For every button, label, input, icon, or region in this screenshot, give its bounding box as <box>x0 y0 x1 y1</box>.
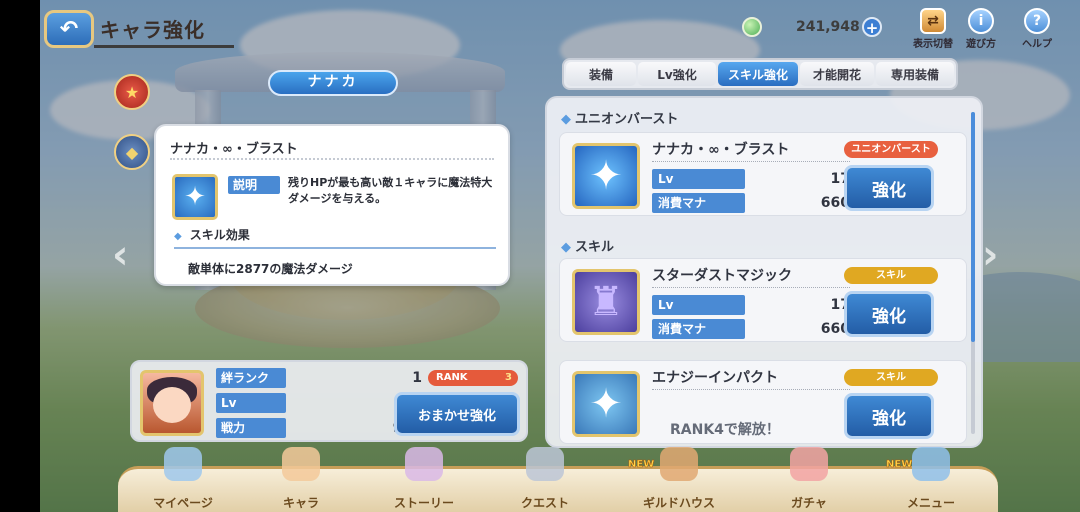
power-row: 戦力944 <box>216 418 422 439</box>
tab-skill[interactable]: スキル強化 <box>718 62 798 86</box>
skill-description: 残りHPが最も高い敵１キャラに魔法特大ダメージを与える。 <box>288 176 493 205</box>
tower-icon[interactable]: ♜ <box>572 269 640 335</box>
new-badge: NEW <box>886 459 913 471</box>
nav-menu[interactable]: NEW メニュー <box>876 447 986 512</box>
new-badge: NEW <box>628 459 655 471</box>
nav-guild-house[interactable]: NEW ギルドハウス <box>614 447 744 512</box>
favorite-button[interactable]: ★ <box>114 74 150 110</box>
skill-type-badge: スキル <box>844 369 938 386</box>
skill-card-energy-impact: ✦ エナジーインパクト RANK4で解放！ スキル 強化 <box>559 360 967 444</box>
diamond-icon: ◆ <box>174 231 182 242</box>
page-title: キャラ強化 <box>94 12 234 48</box>
skill-card-union-burst: ✦ ナナカ・∞・ブラスト Lv 17 消費マナ 660 ユニオンバースト 強化 <box>559 132 967 216</box>
skill-detail-popup[interactable]: ナナカ・∞・ブラスト ✦ 説明 残りHPが最も高い敵１キャラに魔法特大ダメージを… <box>154 124 510 286</box>
guild-house-icon <box>660 447 698 481</box>
back-arrow-icon: ↶ <box>59 16 79 42</box>
enhance-button[interactable]: 強化 <box>844 291 934 337</box>
character-name: ナナカ <box>268 70 398 96</box>
display-toggle-button[interactable]: ⇄ 表示切替 <box>908 8 958 52</box>
mana-value: 241,948 <box>796 19 860 35</box>
tab-equipment[interactable]: 装備 <box>566 62 636 86</box>
unlock-requirement: RANK4で解放！ <box>670 422 780 438</box>
tab-talent[interactable]: 才能開花 <box>800 62 874 86</box>
skill-header: ◆ スキル <box>561 240 615 255</box>
skill-type-badge: ユニオンバースト <box>844 141 938 158</box>
menu-crystal-icon <box>912 447 950 481</box>
description-tag: 説明 <box>228 176 280 194</box>
character-stats-panel: 絆ランク1 Lv17 戦力944 RANK3 おまかせ強化 <box>130 360 528 442</box>
skill-card-stardust: ♜ スターダストマジック Lv 17 消費マナ 660 スキル 強化 <box>559 258 967 342</box>
add-mana-button[interactable]: + <box>862 17 882 37</box>
nav-character[interactable]: キャラ <box>246 447 356 512</box>
display-toggle-icon: ⇄ <box>920 8 946 34</box>
mana-counter: 241,948 + <box>742 14 882 40</box>
divider <box>170 158 494 160</box>
help-icon: ? <box>1024 8 1050 34</box>
rank-badge: RANK 3 <box>428 370 518 386</box>
next-character-arrow[interactable]: › <box>982 232 998 278</box>
wand-sparkle-icon[interactable]: ✦ <box>572 143 640 209</box>
skill-cost-row: 消費マナ 660 <box>652 193 850 213</box>
skills-panel: ◆ ユニオンバースト ✦ ナナカ・∞・ブラスト Lv 17 消費マナ 660 ユニオン… <box>545 96 983 448</box>
skill-lv-row: Lv 17 <box>652 169 850 189</box>
sword-icon <box>526 447 564 481</box>
how-to-play-button[interactable]: i 遊び方 <box>956 8 1006 52</box>
nav-mypage[interactable]: マイページ <box>128 447 238 512</box>
tab-unique-equipment[interactable]: 専用装備 <box>876 62 954 86</box>
back-button[interactable]: ↶ <box>44 10 94 48</box>
skill-cost-row: 消費マナ 660 <box>652 319 850 339</box>
nav-story[interactable]: ストーリー <box>364 447 484 512</box>
character-icon <box>282 447 320 481</box>
union-burst-header: ◆ ユニオンバースト <box>561 112 679 127</box>
star-icon: ★ <box>124 82 140 102</box>
wand-sparkle-icon: ✦ <box>172 174 218 220</box>
character-portrait[interactable] <box>140 370 204 436</box>
support-button[interactable]: ◆ <box>114 134 150 170</box>
popup-title: ナナカ・∞・ブラスト <box>170 142 298 157</box>
level-row: Lv17 <box>216 393 422 414</box>
story-book-icon <box>405 447 443 481</box>
bond-rank-row: 絆ランク 1 <box>216 368 422 389</box>
skill-lv-row: Lv 17 <box>652 295 850 315</box>
wand-sparkle-icon[interactable]: ✦ <box>572 371 640 437</box>
nav-quest[interactable]: クエスト <box>490 447 600 512</box>
gacha-icon <box>790 447 828 481</box>
badge-icon: ◆ <box>125 142 139 162</box>
help-button[interactable]: ? ヘルプ <box>1012 8 1062 52</box>
skill-effect-text: 敵単体に2877の魔法ダメージ <box>188 262 353 276</box>
enhance-button[interactable]: 強化 <box>844 393 934 439</box>
mypage-icon <box>164 447 202 481</box>
scrollbar-thumb[interactable] <box>971 112 975 342</box>
nav-gacha[interactable]: ガチャ <box>754 447 864 512</box>
enhance-tabs: 装備 Lv強化 スキル強化 才能開花 専用装備 <box>562 58 958 90</box>
info-icon: i <box>968 8 994 34</box>
skill-effect-header: ◆ スキル効果 <box>174 226 496 249</box>
enhance-button[interactable]: 強化 <box>844 165 934 211</box>
skill-type-badge: スキル <box>844 267 938 284</box>
mana-gem-icon <box>742 17 762 37</box>
tab-level[interactable]: Lv強化 <box>638 62 716 86</box>
prev-character-arrow[interactable]: ‹ <box>112 232 128 278</box>
auto-enhance-button[interactable]: おまかせ強化 <box>394 392 520 436</box>
bottom-navigation: マイページ キャラ ストーリー クエスト NEW ギルドハウス ガチャ NEW … <box>118 447 998 512</box>
